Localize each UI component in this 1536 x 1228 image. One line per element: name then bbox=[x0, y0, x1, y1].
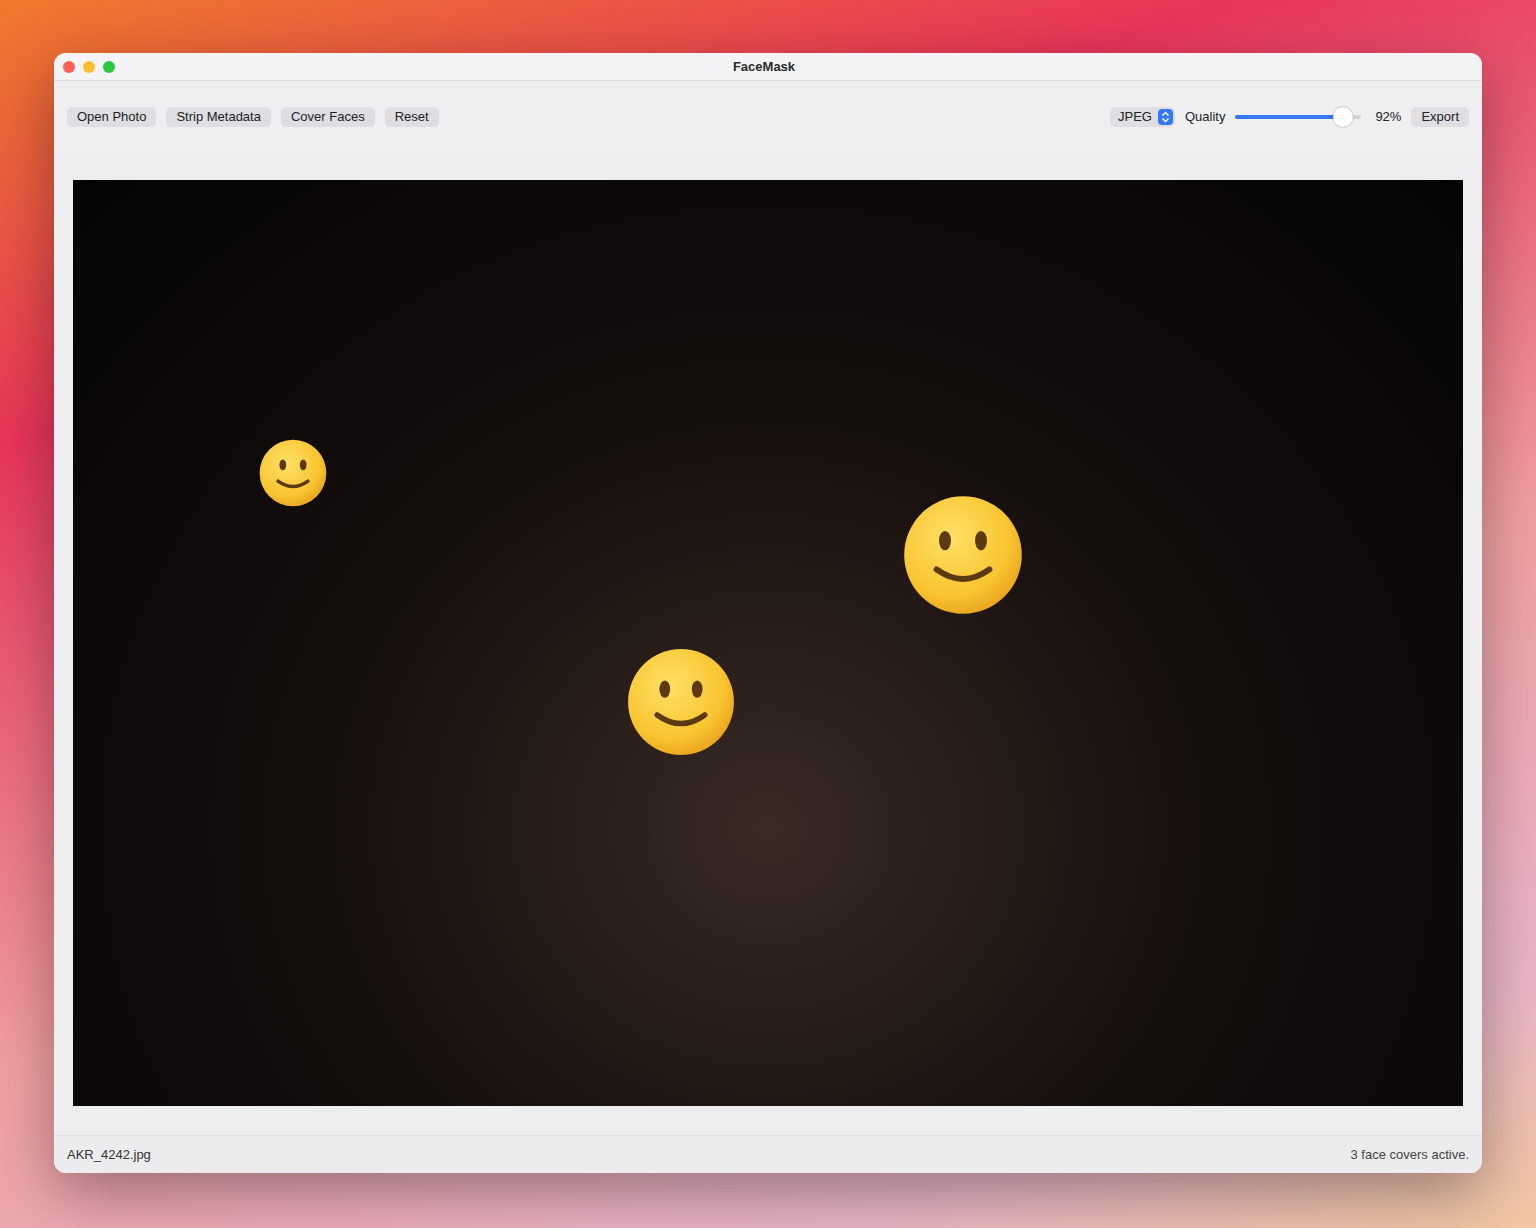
minimize-button[interactable] bbox=[83, 61, 95, 73]
face-cover[interactable] bbox=[259, 439, 327, 507]
toolbar-button[interactable]: Strip Metadata bbox=[166, 107, 271, 127]
format-select[interactable]: JPEG bbox=[1110, 107, 1175, 127]
toolbar-button[interactable]: Open Photo bbox=[67, 107, 156, 127]
export-button[interactable]: Export bbox=[1411, 107, 1469, 127]
quality-reading: 92% bbox=[1371, 107, 1401, 127]
toolbar-button[interactable]: Reset bbox=[385, 107, 439, 127]
close-button[interactable] bbox=[63, 61, 75, 73]
face-cover[interactable] bbox=[627, 648, 735, 756]
quality-label: Quality bbox=[1185, 107, 1225, 127]
select-chevron-icon bbox=[1158, 109, 1173, 125]
photo-canvas[interactable] bbox=[73, 180, 1463, 1106]
app-window: FaceMask Open Photo Strip Metadata Cover Fa… bbox=[54, 53, 1482, 1173]
quality-slider[interactable] bbox=[1235, 107, 1361, 127]
smiley-face-icon bbox=[259, 439, 327, 507]
toolbar: Open Photo Strip Metadata Cover Faces Reset… bbox=[54, 81, 1482, 152]
slider-thumb[interactable] bbox=[1333, 107, 1353, 127]
zoom-button[interactable] bbox=[103, 61, 115, 73]
title-bar: FaceMask bbox=[54, 53, 1482, 81]
smiley-face-icon bbox=[627, 648, 735, 756]
smiley-face-icon bbox=[903, 495, 1023, 615]
face-cover[interactable] bbox=[903, 495, 1023, 615]
toolbar-button[interactable]: Cover Faces bbox=[281, 107, 375, 127]
status-message: 3 face covers active. bbox=[1351, 1145, 1470, 1165]
file-name: AKR_4242.jpg bbox=[67, 1145, 151, 1165]
status-bar: AKR_4242.jpg 3 face covers active. bbox=[54, 1135, 1482, 1173]
window-title: FaceMask bbox=[733, 57, 795, 77]
desktop: FaceMask Open Photo Strip Metadata Cover Fa… bbox=[0, 0, 1536, 1228]
